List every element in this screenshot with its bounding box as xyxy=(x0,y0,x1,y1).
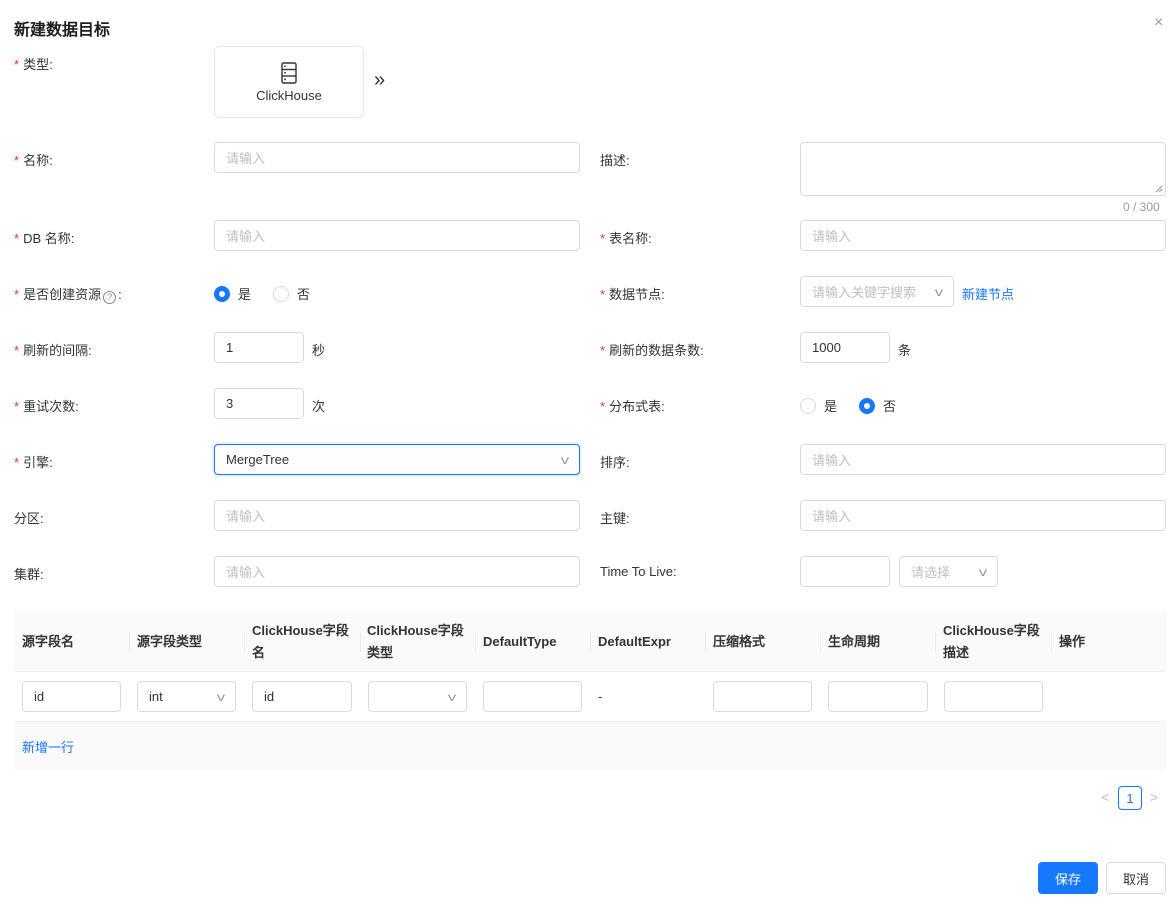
col-compression: 压缩格式 xyxy=(713,634,766,649)
type-card-clickhouse[interactable]: ClickHouse xyxy=(214,46,364,118)
column-divider xyxy=(935,632,936,652)
cluster-label: 集群: xyxy=(14,567,44,582)
ttl-input[interactable] xyxy=(800,556,890,587)
description-char-count: 0 / 300 xyxy=(1123,200,1160,214)
radio-unchecked-icon[interactable] xyxy=(273,285,290,302)
data-node-label: * 数据节点: xyxy=(600,287,665,302)
chevron-down-icon: v xyxy=(216,689,226,704)
dialog-title: 新建数据目标 xyxy=(14,22,111,39)
data-node-select[interactable]: 请输入关键字搜索 v xyxy=(800,276,954,307)
distributed-yes[interactable]: 是 xyxy=(800,396,837,415)
type-card-name: ClickHouse xyxy=(256,87,322,103)
distributed-no[interactable]: 否 xyxy=(859,396,896,415)
type-label: * 类型: xyxy=(14,57,53,72)
description-textarea[interactable] xyxy=(800,142,1166,196)
retry-input[interactable]: 3 xyxy=(214,388,304,419)
expand-types-icon[interactable]: » xyxy=(374,69,385,92)
lifecycle-input[interactable] xyxy=(828,681,928,712)
col-default-type: DefaultType xyxy=(483,634,557,649)
distributed-radio-group: 是 否 xyxy=(800,396,910,415)
radio-checked-icon[interactable] xyxy=(214,285,230,302)
column-divider xyxy=(475,632,476,652)
chevron-down-icon: v xyxy=(560,452,570,467)
prev-page-icon[interactable]: < xyxy=(1101,789,1109,805)
engine-select[interactable]: MergeTree v xyxy=(214,444,580,475)
db-name-input[interactable]: 请输入 xyxy=(214,220,580,251)
partition-input[interactable]: 请输入 xyxy=(214,500,580,531)
primary-key-label: 主键: xyxy=(600,511,630,526)
distributed-label: * 分布式表: xyxy=(600,399,665,414)
fields-table-header: 源字段名 源字段类型 ClickHouse字段名 ClickHouse字段 类型 … xyxy=(14,612,1166,672)
radio-unchecked-icon[interactable] xyxy=(800,397,816,414)
partition-label: 分区: xyxy=(14,511,44,526)
col-source-type: 源字段类型 xyxy=(137,634,203,649)
next-page-icon[interactable]: > xyxy=(1150,789,1158,805)
create-resource-yes[interactable]: 是 xyxy=(214,284,251,303)
col-source-field: 源字段名 xyxy=(22,634,75,649)
flush-count-label: * 刷新的数据条数: xyxy=(600,343,704,358)
col-ck-type: ClickHouse字段 类型 xyxy=(367,623,464,660)
chevron-down-icon: v xyxy=(447,689,457,704)
column-divider xyxy=(244,632,245,652)
db-name-label: * DB 名称: xyxy=(14,231,75,246)
source-type-select[interactable]: int v xyxy=(137,681,236,712)
name-input[interactable]: 请输入 xyxy=(214,142,580,173)
cluster-input[interactable]: 请输入 xyxy=(214,556,580,587)
close-icon[interactable]: × xyxy=(1154,14,1163,32)
col-lifecycle: 生命周期 xyxy=(828,634,881,649)
create-resource-no[interactable]: 否 xyxy=(273,284,310,303)
chevron-down-icon: v xyxy=(978,564,988,579)
ttl-label: Time To Live: xyxy=(600,564,677,579)
ck-type-select[interactable]: v xyxy=(368,681,467,712)
create-resource-label: * 是否创建资源?: xyxy=(14,287,122,304)
add-row-area xyxy=(14,722,1166,770)
cancel-button[interactable]: 取消 xyxy=(1106,862,1166,894)
default-type-input[interactable] xyxy=(483,681,582,712)
column-divider xyxy=(129,632,130,652)
radio-checked-icon[interactable] xyxy=(859,397,876,414)
column-divider xyxy=(360,632,361,652)
engine-label: * 引擎: xyxy=(14,455,53,470)
compression-input[interactable] xyxy=(713,681,812,712)
column-divider xyxy=(590,632,591,652)
create-resource-radio-group: 是 否 xyxy=(214,284,324,303)
col-actions: 操作 xyxy=(1059,634,1086,649)
add-row-link[interactable]: 新增一行 xyxy=(22,737,74,756)
table-name-label: * 表名称: xyxy=(600,231,652,246)
ck-desc-input[interactable] xyxy=(944,681,1043,712)
col-ck-field: ClickHouse字段名 xyxy=(252,623,349,660)
save-button[interactable]: 保存 xyxy=(1038,862,1098,894)
flush-interval-input[interactable]: 1 xyxy=(214,332,304,363)
order-input[interactable]: 请输入 xyxy=(800,444,1166,475)
server-icon xyxy=(281,61,297,84)
description-label: 描述: xyxy=(600,153,630,168)
column-divider xyxy=(820,632,821,652)
flush-count-unit: 条 xyxy=(898,343,912,358)
table-row: id int v id v - xyxy=(14,672,1166,722)
flush-interval-unit: 秒 xyxy=(312,343,326,358)
flush-count-input[interactable]: 1000 xyxy=(800,332,890,363)
name-label: * 名称: xyxy=(14,153,53,168)
column-divider xyxy=(705,632,706,652)
table-name-input[interactable]: 请输入 xyxy=(800,220,1166,251)
retry-unit: 次 xyxy=(312,399,326,414)
new-node-link[interactable]: 新建节点 xyxy=(962,284,1014,303)
primary-key-input[interactable]: 请输入 xyxy=(800,500,1166,531)
ttl-unit-select[interactable]: 请选择 v xyxy=(899,556,998,587)
page-1-button[interactable]: 1 xyxy=(1118,786,1142,810)
order-label: 排序: xyxy=(600,455,630,470)
column-divider xyxy=(1051,632,1052,652)
chevron-down-icon: v xyxy=(934,284,944,299)
col-default-expr: DefaultExpr xyxy=(598,634,671,649)
help-icon[interactable]: ? xyxy=(103,291,117,304)
retry-label: * 重试次数: xyxy=(14,399,79,414)
default-expr-value: - xyxy=(598,689,603,704)
source-field-input[interactable]: id xyxy=(22,681,121,712)
flush-interval-label: * 刷新的间隔: xyxy=(14,343,92,358)
col-ck-desc: ClickHouse字段 描述 xyxy=(943,623,1040,660)
resize-handle-icon[interactable] xyxy=(1155,185,1163,193)
ck-field-input[interactable]: id xyxy=(252,681,352,712)
